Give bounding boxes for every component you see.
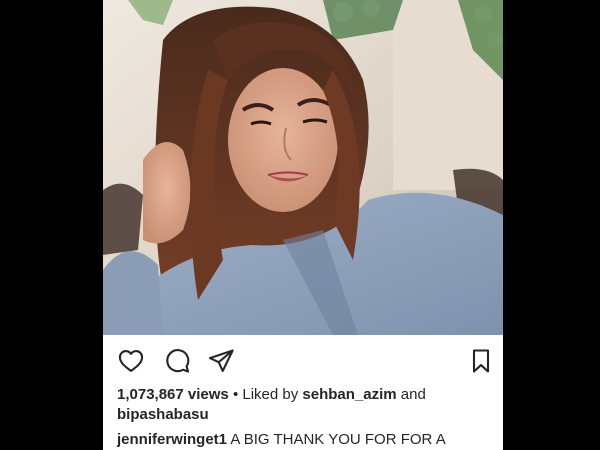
comment-icon[interactable] — [163, 347, 191, 375]
views-count[interactable]: 1,073,867 views — [117, 386, 229, 403]
liker-username-2[interactable]: bipashabasu — [117, 406, 209, 423]
liked-by-label: Liked by — [242, 386, 299, 403]
and-label: and — [400, 386, 426, 403]
post-actions-bar — [103, 335, 503, 385]
separator-dot: • — [232, 386, 243, 403]
post-video[interactable] — [103, 0, 503, 335]
video-frame-illustration — [103, 0, 503, 335]
bookmark-icon[interactable] — [467, 347, 495, 375]
page-frame: 1,073,867 views • Liked by sehban_azim a… — [0, 0, 600, 450]
likes-summary: 1,073,867 views • Liked by sehban_azim a… — [117, 385, 489, 425]
heart-icon[interactable] — [117, 347, 145, 375]
caption-text: A BIG THANK YOU FOR FOR A — [230, 431, 446, 448]
instagram-post: 1,073,867 views • Liked by sehban_azim a… — [103, 0, 503, 450]
liker-username-1[interactable]: sehban_azim — [302, 386, 396, 403]
caption-username[interactable]: jenniferwinget1 — [117, 431, 227, 448]
send-icon[interactable] — [207, 347, 235, 375]
post-caption: jenniferwinget1 A BIG THANK YOU FOR FOR … — [117, 430, 497, 450]
